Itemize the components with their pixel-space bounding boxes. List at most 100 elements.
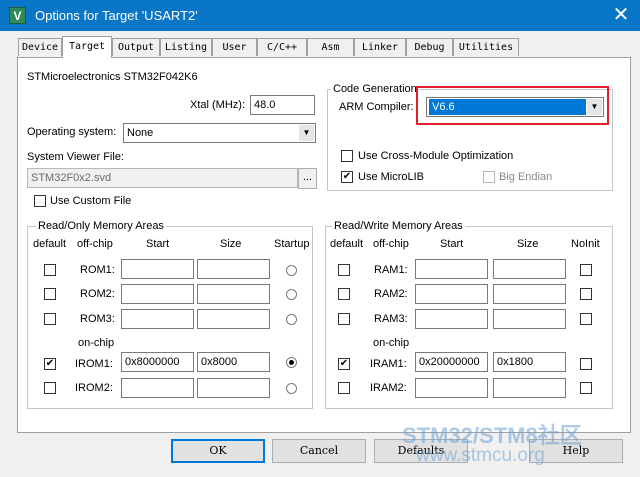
rom1-start-input[interactable] bbox=[121, 259, 194, 279]
iram2-label: IRAM2: bbox=[370, 382, 407, 394]
ro-header-startup: Startup bbox=[274, 238, 310, 250]
iram1-label: IRAM1: bbox=[370, 358, 407, 370]
device-name: STMicroelectronics STM32F042K6 bbox=[27, 71, 198, 83]
tab-target[interactable]: Target bbox=[62, 36, 112, 58]
irom1-default-checkbox[interactable]: ✔ bbox=[44, 358, 56, 370]
irom2-default-checkbox[interactable] bbox=[44, 382, 56, 394]
tab-user[interactable]: User bbox=[212, 38, 257, 56]
iram1-start-input[interactable]: 0x20000000 bbox=[415, 352, 488, 372]
iram1-default-checkbox[interactable]: ✔ bbox=[338, 358, 350, 370]
ro-header-offchip: off-chip bbox=[77, 238, 113, 250]
rom3-size-input[interactable] bbox=[197, 309, 270, 329]
system-viewer-browse-button[interactable]: ... bbox=[298, 168, 317, 189]
window-title: Options for Target 'USART2' bbox=[35, 8, 198, 23]
iram1-noinit-checkbox[interactable] bbox=[580, 358, 592, 370]
os-dropdown[interactable]: None ▼ bbox=[123, 123, 316, 143]
tab-device[interactable]: Device bbox=[18, 38, 62, 56]
ro-onchip-label: on-chip bbox=[78, 337, 115, 349]
rw-header-size: Size bbox=[517, 238, 539, 250]
use-custom-file-label: Use Custom File bbox=[50, 195, 132, 207]
irom1-start-input[interactable]: 0x8000000 bbox=[121, 352, 194, 372]
ram3-label: RAM3: bbox=[374, 313, 408, 325]
ram3-default-checkbox[interactable] bbox=[338, 313, 350, 325]
rw-memory-title: Read/Write Memory Areas bbox=[332, 219, 465, 233]
rom1-startup-radio[interactable] bbox=[286, 265, 297, 276]
rom1-size-input[interactable] bbox=[197, 259, 270, 279]
cross-module-checkbox[interactable] bbox=[341, 150, 353, 162]
tab-utilities[interactable]: Utilities bbox=[453, 38, 519, 56]
tab-debug[interactable]: Debug bbox=[406, 38, 453, 56]
ram2-noinit-checkbox[interactable] bbox=[580, 288, 592, 300]
rw-header-offchip: off-chip bbox=[373, 238, 409, 250]
ram1-size-input[interactable] bbox=[493, 259, 566, 279]
rom2-default-checkbox[interactable] bbox=[44, 288, 56, 300]
rom1-label: ROM1: bbox=[80, 264, 115, 276]
iram1-size-input[interactable]: 0x1800 bbox=[493, 352, 566, 372]
ram1-start-input[interactable] bbox=[415, 259, 488, 279]
iram2-default-checkbox[interactable] bbox=[338, 382, 350, 394]
irom1-label: IROM1: bbox=[75, 358, 113, 370]
irom1-size-input[interactable]: 0x8000 bbox=[197, 352, 270, 372]
ram1-default-checkbox[interactable] bbox=[338, 264, 350, 276]
irom1-startup-radio[interactable] bbox=[286, 357, 297, 368]
ro-header-start: Start bbox=[146, 238, 170, 250]
rom3-start-input[interactable] bbox=[121, 309, 194, 329]
os-value: None bbox=[127, 127, 154, 139]
cancel-button[interactable]: Cancel bbox=[272, 439, 366, 463]
rom1-default-checkbox[interactable] bbox=[44, 264, 56, 276]
rom3-label: ROM3: bbox=[80, 313, 115, 325]
code-generation-title: Code Generation bbox=[331, 82, 419, 96]
microlib-label: Use MicroLIB bbox=[358, 171, 425, 183]
arm-compiler-label: ARM Compiler: bbox=[339, 101, 414, 113]
big-endian-checkbox[interactable] bbox=[483, 171, 495, 183]
tab-asm[interactable]: Asm bbox=[307, 38, 354, 56]
ram3-noinit-checkbox[interactable] bbox=[580, 313, 592, 325]
system-viewer-label: System Viewer File: bbox=[27, 151, 124, 163]
xtal-input[interactable]: 48.0 bbox=[250, 95, 315, 115]
rom2-size-input[interactable] bbox=[197, 284, 270, 304]
rom2-label: ROM2: bbox=[80, 288, 115, 300]
irom2-startup-radio[interactable] bbox=[286, 383, 297, 394]
ram1-noinit-checkbox[interactable] bbox=[580, 264, 592, 276]
system-viewer-input[interactable]: STM32F0x2.svd bbox=[27, 168, 298, 188]
irom2-label: IROM2: bbox=[75, 382, 113, 394]
tab-linker[interactable]: Linker bbox=[354, 38, 406, 56]
ram2-default-checkbox[interactable] bbox=[338, 288, 350, 300]
rom3-startup-radio[interactable] bbox=[286, 314, 297, 325]
cross-module-label: Use Cross-Module Optimization bbox=[358, 150, 514, 162]
keil-app-icon: V bbox=[9, 7, 26, 24]
ro-header-size: Size bbox=[220, 238, 242, 250]
ok-button[interactable]: OK bbox=[171, 439, 265, 463]
ram3-start-input[interactable] bbox=[415, 309, 488, 329]
ro-header-default: default bbox=[33, 238, 67, 250]
ram2-start-input[interactable] bbox=[415, 284, 488, 304]
xtal-label: Xtal (MHz): bbox=[190, 99, 245, 111]
tab-listing[interactable]: Listing bbox=[160, 38, 212, 56]
os-label: Operating system: bbox=[27, 126, 117, 138]
rw-onchip-label: on-chip bbox=[373, 337, 410, 349]
ram2-size-input[interactable] bbox=[493, 284, 566, 304]
ram1-label: RAM1: bbox=[374, 264, 408, 276]
tab-c-cpp[interactable]: C/C++ bbox=[257, 38, 307, 56]
rw-header-noinit: NoInit bbox=[571, 238, 600, 250]
irom2-start-input[interactable] bbox=[121, 378, 194, 398]
iram2-size-input[interactable] bbox=[493, 378, 566, 398]
rw-header-default: default bbox=[330, 238, 364, 250]
irom2-size-input[interactable] bbox=[197, 378, 270, 398]
highlight-box bbox=[416, 86, 609, 125]
iram2-noinit-checkbox[interactable] bbox=[580, 382, 592, 394]
use-custom-file-checkbox[interactable] bbox=[34, 195, 46, 207]
big-endian-label: Big Endian bbox=[499, 171, 553, 183]
ro-memory-title: Read/Only Memory Areas bbox=[36, 219, 166, 233]
rom2-startup-radio[interactable] bbox=[286, 289, 297, 300]
rom2-start-input[interactable] bbox=[121, 284, 194, 304]
rom3-default-checkbox[interactable] bbox=[44, 313, 56, 325]
chevron-down-icon[interactable]: ▼ bbox=[299, 125, 314, 141]
ram2-label: RAM2: bbox=[374, 288, 408, 300]
ram3-size-input[interactable] bbox=[493, 309, 566, 329]
microlib-checkbox[interactable]: ✔ bbox=[341, 171, 353, 183]
close-icon[interactable]: ✕ bbox=[604, 2, 638, 28]
iram2-start-input[interactable] bbox=[415, 378, 488, 398]
tab-output[interactable]: Output bbox=[112, 38, 160, 56]
watermark-url: www.stmcu.org bbox=[416, 445, 545, 466]
